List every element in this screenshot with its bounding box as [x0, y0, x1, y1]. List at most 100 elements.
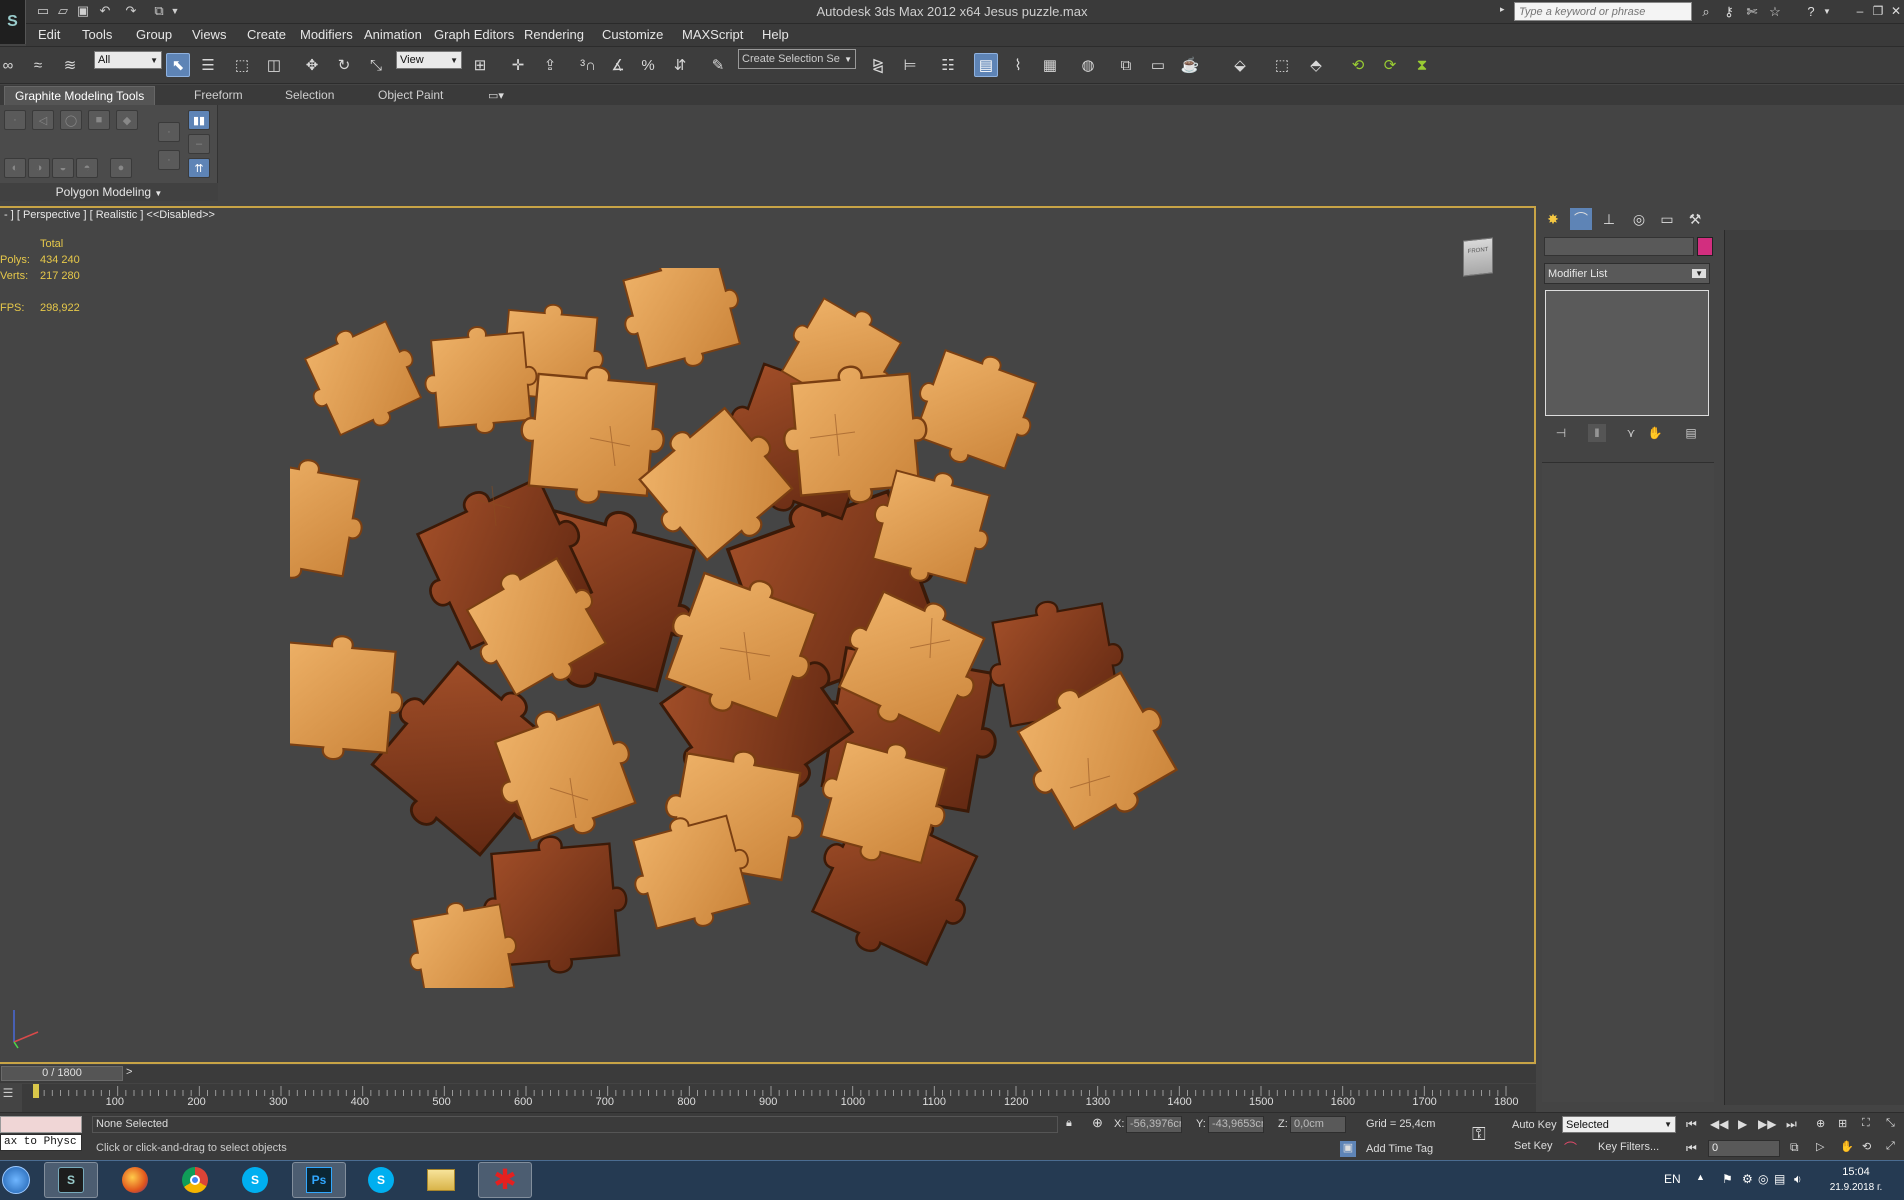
time-slider[interactable]: 0 / 1800: [1, 1066, 123, 1081]
show-end-result-icon[interactable]: ‖: [1588, 424, 1606, 442]
ribbon-tool-icon-6[interactable]: ·: [158, 122, 180, 142]
motion-tab-icon[interactable]: ◎: [1628, 208, 1650, 230]
physx-simulate-icon-3[interactable]: ⧗: [1410, 53, 1434, 77]
menu-create[interactable]: Create: [247, 27, 286, 42]
app-logo-button[interactable]: S: [0, 0, 26, 44]
go-to-start-icon[interactable]: ⏮: [1686, 1117, 1697, 1132]
taskbar-explorer[interactable]: [414, 1162, 468, 1198]
percent-snap-icon[interactable]: %: [636, 53, 660, 77]
key-tangent-icon[interactable]: ⌒: [1564, 1138, 1577, 1157]
graphite-modeling-toggle-icon[interactable]: ▤: [974, 53, 998, 77]
physx-icon-3[interactable]: ⬘: [1304, 53, 1328, 77]
select-rotate-icon[interactable]: ↻: [332, 53, 356, 77]
select-object-icon[interactable]: ⬉: [166, 53, 190, 77]
select-by-name-icon[interactable]: ☰: [196, 53, 220, 77]
absolute-mode-icon[interactable]: ⊕: [1092, 1115, 1103, 1131]
rendered-frame-window-icon[interactable]: ▭: [1146, 53, 1170, 77]
set-key-icon[interactable]: ⚿: [1472, 1124, 1486, 1145]
network-icon[interactable]: ▤: [1774, 1172, 1785, 1186]
spinner-snap-icon[interactable]: ⇵: [668, 53, 692, 77]
modifier-list-dropdown[interactable]: Modifier List ▼: [1544, 263, 1710, 284]
y-coord-field[interactable]: -43,9653cr: [1208, 1116, 1264, 1133]
ribbon-tool-icon-5[interactable]: ◆: [116, 110, 138, 130]
start-button[interactable]: [0, 1162, 36, 1198]
snaps-toggle-icon[interactable]: ³∩: [576, 53, 600, 77]
viewcube-front-face[interactable]: FRONT: [1463, 237, 1493, 277]
open-file-icon[interactable]: ▱: [54, 3, 72, 19]
menu-customize[interactable]: Customize: [602, 27, 663, 42]
taskbar-chrome[interactable]: [168, 1162, 222, 1198]
window-crossing-icon[interactable]: ◫: [262, 53, 286, 77]
x-coord-field[interactable]: -56,3976cr: [1126, 1116, 1182, 1133]
add-time-tag-button[interactable]: Add Time Tag: [1366, 1143, 1433, 1155]
tray-app-icon[interactable]: ⚙: [1742, 1172, 1753, 1186]
ribbon-toggle-icon-2[interactable]: ⇈: [188, 158, 210, 178]
volume-icon[interactable]: 🔉︎: [1794, 1172, 1802, 1187]
select-scale-icon[interactable]: ⤡: [364, 53, 388, 77]
zoom-all-icon[interactable]: ⊞: [1838, 1117, 1847, 1130]
current-frame-marker[interactable]: [33, 1084, 39, 1098]
z-coord-field[interactable]: 0,0cm: [1290, 1116, 1346, 1133]
bind-space-warp-icon[interactable]: ≋: [58, 53, 82, 77]
binoculars-icon[interactable]: ⌕: [1697, 3, 1715, 20]
go-to-end-icon[interactable]: ⏭: [1786, 1117, 1797, 1132]
ribbon-tool-icon-1[interactable]: ·: [4, 110, 26, 130]
select-manipulate-icon[interactable]: ✛: [506, 53, 530, 77]
unlink-icon[interactable]: ≈: [26, 53, 50, 77]
layer-manager-icon[interactable]: ☷: [936, 53, 960, 77]
link-icon[interactable]: ∞: [0, 53, 20, 77]
render-production-icon[interactable]: ☕: [1178, 53, 1202, 77]
material-editor-icon[interactable]: ◍: [1076, 53, 1100, 77]
language-indicator[interactable]: EN: [1664, 1172, 1681, 1186]
render-setup-icon[interactable]: ⧉: [1114, 53, 1138, 77]
tab-graphite-modeling-tools[interactable]: Graphite Modeling Tools: [4, 86, 156, 105]
object-color-swatch[interactable]: [1697, 237, 1713, 256]
time-configuration-icon[interactable]: ⧉: [1790, 1140, 1799, 1155]
taskbar-app-red[interactable]: ✱: [478, 1162, 532, 1198]
set-key-button[interactable]: Set Key: [1514, 1140, 1553, 1152]
menu-rendering[interactable]: Rendering: [524, 27, 584, 42]
physx-simulate-icon-2[interactable]: ⟳: [1378, 53, 1402, 77]
pan-view-icon[interactable]: ✋: [1840, 1140, 1854, 1153]
subscription-icon[interactable]: ⚷: [1720, 3, 1738, 20]
mirror-icon[interactable]: ⧎: [866, 53, 890, 77]
ribbon-minimize-icon[interactable]: ▭▾: [488, 89, 504, 102]
physx-icon-1[interactable]: ⬙: [1228, 53, 1252, 77]
auto-key-button[interactable]: Auto Key: [1512, 1119, 1557, 1131]
ribbon-tool-icon-7[interactable]: –: [188, 134, 210, 154]
current-frame-field[interactable]: 0: [1708, 1140, 1780, 1157]
ribbon-panel-title[interactable]: Polygon Modeling ▼: [0, 183, 218, 201]
schematic-view-icon[interactable]: ▦: [1038, 53, 1062, 77]
taskbar-skype-2[interactable]: S: [354, 1162, 408, 1198]
zoom-icon[interactable]: ⊕: [1816, 1117, 1825, 1130]
remove-modifier-icon[interactable]: ✋: [1646, 424, 1664, 442]
viewport-label-menu[interactable]: - ] [ Perspective ] [ Realistic ] <<Disa…: [4, 209, 215, 221]
keyboard-shortcut-override-icon[interactable]: ⇪: [538, 53, 562, 77]
menu-tools[interactable]: Tools: [82, 27, 112, 42]
tab-object-paint[interactable]: Object Paint: [368, 86, 453, 105]
quick-access-dropdown-icon[interactable]: ▼: [166, 3, 184, 19]
help-dropdown-icon[interactable]: ▼: [1818, 3, 1836, 20]
time-tag-icon[interactable]: ▣: [1340, 1141, 1356, 1157]
ribbon-tool-icon-2[interactable]: ◁: [32, 110, 54, 130]
pivot-center-icon[interactable]: ⊞: [468, 53, 492, 77]
create-tab-icon[interactable]: ✸: [1542, 208, 1564, 230]
time-slider-track[interactable]: [0, 1065, 1536, 1083]
previous-frame-icon[interactable]: ◀◀: [1710, 1117, 1728, 1131]
taskbar-photoshop[interactable]: Ps: [292, 1162, 346, 1198]
trackbar[interactable]: [22, 1084, 1536, 1112]
key-mode-dropdown[interactable]: Selected ▼: [1562, 1116, 1676, 1133]
play-icon[interactable]: ▶: [1738, 1117, 1747, 1131]
ribbon-tool-icon-11[interactable]: ◓: [76, 158, 98, 178]
menu-help[interactable]: Help: [762, 27, 789, 42]
key-mode-toggle-icon[interactable]: ⏮: [1686, 1141, 1697, 1156]
menu-views[interactable]: Views: [192, 27, 226, 42]
menu-maxscript[interactable]: MAXScript: [682, 27, 743, 42]
new-file-icon[interactable]: ▭: [34, 3, 52, 19]
physx-simulate-icon-1[interactable]: ⟲: [1346, 53, 1370, 77]
modifier-stack[interactable]: [1545, 290, 1709, 416]
menu-modifiers[interactable]: Modifiers: [300, 27, 353, 42]
viewcube[interactable]: FRONT: [1463, 237, 1495, 279]
time-slider-next-icon[interactable]: >: [126, 1066, 132, 1078]
pin-stack-icon[interactable]: ⊣: [1552, 424, 1570, 442]
